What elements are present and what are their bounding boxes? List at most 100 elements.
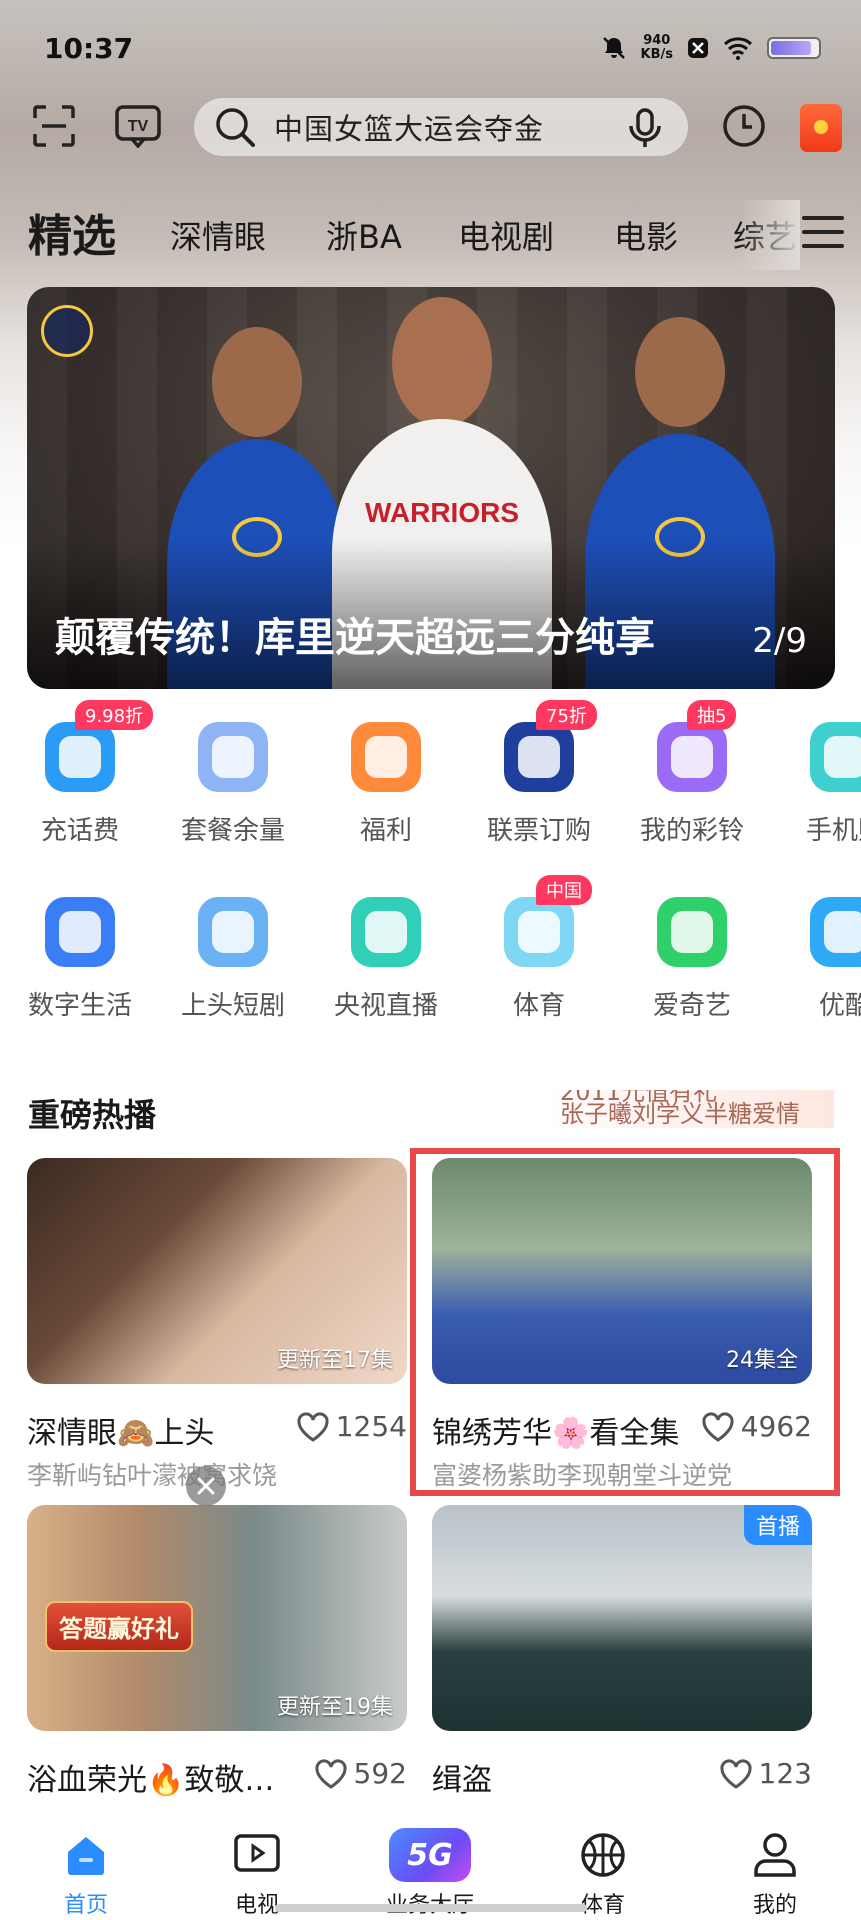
nav-profile[interactable]: 我的 [715,1827,835,1919]
marquee-text: 张子曦刘学义半糖爱情 [560,1100,800,1128]
vr-icon [504,722,574,792]
quick-label: 我的彩铃 [639,816,744,846]
quick-label: 央视直播 [333,991,438,1021]
quick-item-welfare[interactable]: 福利 [311,722,461,847]
svg-text:TV: TV [128,118,149,135]
tab-shenqingyan[interactable]: 深情眼 [170,212,266,258]
basketball-icon [581,1833,625,1877]
quick-label: 爱奇艺 [652,991,731,1021]
scan-icon[interactable] [24,96,84,156]
section-marquee[interactable]: 2011元值有礼 张子曦刘学义半糖爱情 [552,1090,834,1128]
like-count[interactable]: 592 [314,1757,407,1790]
status-bar: 10:37 940 KB/s [0,0,861,100]
gift-icon [351,722,421,792]
network-speed-value: 940 [643,33,671,48]
quick-badge: 抽5 [687,700,737,730]
user-icon [754,1833,796,1877]
quick-item-youku[interactable]: 优酷 [770,897,861,1022]
search-bar[interactable]: 中国女篮大运会夺金 [194,98,688,156]
quick-item-ticket[interactable]: 75折 联票订购 [464,700,614,847]
quick-label: 福利 [359,816,412,846]
quick-actions-row-1: 9.98折 充话费 套餐余量 福利 75折 联票订购 抽5 我的彩铃 手机账 [0,700,861,872]
quick-item-ringtone[interactable]: 抽5 我的彩铃 [617,700,767,847]
like-count[interactable]: 1254 [296,1410,407,1443]
app-notification-icon [688,38,708,58]
close-icon[interactable] [186,1466,226,1506]
quick-item-recharge[interactable]: 9.98折 充话费 [5,700,155,847]
quick-item-sports[interactable]: 中国 体育 [464,875,614,1022]
tab-zheba[interactable]: 浙BA [326,212,402,258]
quick-item-short-drama[interactable]: 上头短剧 [158,897,308,1022]
tab-featured[interactable]: 精选 [28,200,116,264]
section-title: 重磅热播 [28,1096,157,1134]
iqiyi-icon [657,897,727,967]
quick-item-cctv-live[interactable]: 央视直播 [311,897,461,1022]
episode-status: 更新至19集 [277,1695,393,1720]
drama-subtitle: 李靳屿钻叶濛被窝求饶 [27,1461,278,1490]
banner-title: 颠覆传统！库里逆天超远三分纯享 [55,615,655,661]
quick-item-digital-life[interactable]: 数字生活 [5,897,155,1022]
home-indicator[interactable] [275,1904,587,1912]
network-speed-unit: KB/s [640,47,673,62]
battery-level [771,41,812,55]
top-toolbar: TV 中国女篮大运会夺金 [0,96,861,162]
tab-movies[interactable]: 电影 [614,212,678,258]
nav-label: 我的 [752,1893,797,1918]
home-icon [68,1837,104,1875]
highlight-box [410,1148,840,1496]
bell-icon [657,722,727,792]
team-logo-icon [41,305,93,357]
bottom-nav: 首页 电视 5G 业务大厅 体育 我 [0,1805,861,1920]
search-placeholder: 中国女篮大运会夺金 [274,112,545,146]
banner-carousel[interactable]: WARRIORS 颠覆传统！库里逆天超远三分纯享 2/9 [27,287,835,689]
heart-icon [315,1758,347,1789]
mute-icon [602,37,625,59]
drama-title: 浴血荣光🔥致敬… [27,1763,275,1798]
battery-icon [767,37,821,59]
premiere-badge: 首播 [743,1505,812,1545]
quiz-badge[interactable]: 答题赢好礼 [45,1601,193,1652]
quick-badge: 中国 [536,875,592,905]
drama-thumbnail: 答题赢好礼 更新至19集 [27,1505,407,1731]
short-drama-icon [198,897,268,967]
cctv-icon [351,897,421,967]
quick-label: 优酷 [818,991,861,1021]
quick-actions-row-2: 数字生活 上头短剧 央视直播 中国 体育 爱奇艺 优酷 [0,875,861,1047]
recharge-icon [45,722,115,792]
quick-label: 手机账 [805,816,861,846]
plan-icon [198,722,268,792]
drama-title: 深情眼🙈上头 [27,1416,215,1451]
quick-label: 上头短剧 [180,991,285,1021]
quick-label: 联票订购 [486,816,591,846]
quick-badge: 75折 [536,700,597,730]
tv-cast-icon[interactable]: TV [108,96,168,156]
status-icons: 940 KB/s [601,34,821,62]
episode-status: 更新至17集 [277,1348,393,1373]
nav-label: 业务大厅 [370,1887,490,1919]
tab-fade [740,200,800,270]
banner-page-indicator: 2/9 [752,621,807,661]
like-count[interactable]: 123 [719,1757,812,1790]
clock-icon[interactable] [714,96,774,156]
drama-card-4[interactable]: 首播 缉盗 123 盗贼团伙突隐暗宫 [432,1505,812,1813]
mic-icon[interactable] [626,108,664,148]
like-count-value: 123 [758,1757,812,1790]
drama-thumbnail: 更新至17集 [27,1158,407,1384]
quick-item-iqiyi[interactable]: 爱奇艺 [617,897,767,1022]
nav-home[interactable]: 首页 [26,1827,146,1919]
network-speed: 940 KB/s [641,34,673,62]
bill-icon [810,722,861,792]
like-count-value: 1254 [335,1410,407,1443]
drama-card-3[interactable]: 答题赢好礼 更新至19集 浴血荣光🔥致敬… 592 毛泽东开睛丙电武装革命新路 [27,1505,407,1813]
tab-tv-series[interactable]: 电视剧 [458,212,554,258]
quick-item-plan-balance[interactable]: 套餐余量 [158,722,308,847]
drama-title: 缉盗 [432,1763,492,1798]
drama-card-1[interactable]: 更新至17集 深情眼🙈上头 1254 李靳屿钻叶濛被窝求饶 [27,1158,407,1490]
nav-label: 电视 [234,1893,279,1918]
heart-icon [720,1758,752,1789]
nav-label: 首页 [63,1893,108,1918]
menu-icon[interactable] [802,216,844,252]
red-envelope-icon[interactable] [800,104,842,152]
quick-item-phone-bill[interactable]: 手机账 [770,722,861,847]
tv-play-icon [234,1834,280,1872]
